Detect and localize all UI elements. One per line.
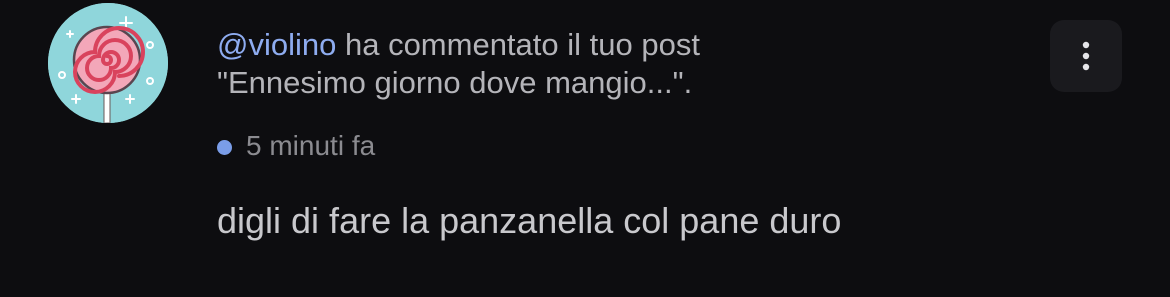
timestamp: 5 minuti fa <box>246 130 376 161</box>
lollipop-icon <box>48 3 168 123</box>
username-link[interactable]: @violino <box>217 27 336 62</box>
unread-dot <box>217 139 232 155</box>
avatar[interactable] <box>48 3 168 123</box>
notification-header: @violino ha commentato il tuo post "Enne… <box>217 26 1017 102</box>
notification-item[interactable]: @violino ha commentato il tuo post "Enne… <box>0 0 1170 297</box>
more-options-button[interactable] <box>1050 20 1122 92</box>
comment-text: digli di fare la panzanella col pane dur… <box>217 200 842 241</box>
timestamp-row: 5 minuti fa <box>217 128 375 164</box>
action-text: ha commentato il tuo post <box>336 27 700 62</box>
post-excerpt[interactable]: "Ennesimo giorno dove mangio...". <box>217 65 692 100</box>
more-vertical-icon <box>1082 41 1090 71</box>
